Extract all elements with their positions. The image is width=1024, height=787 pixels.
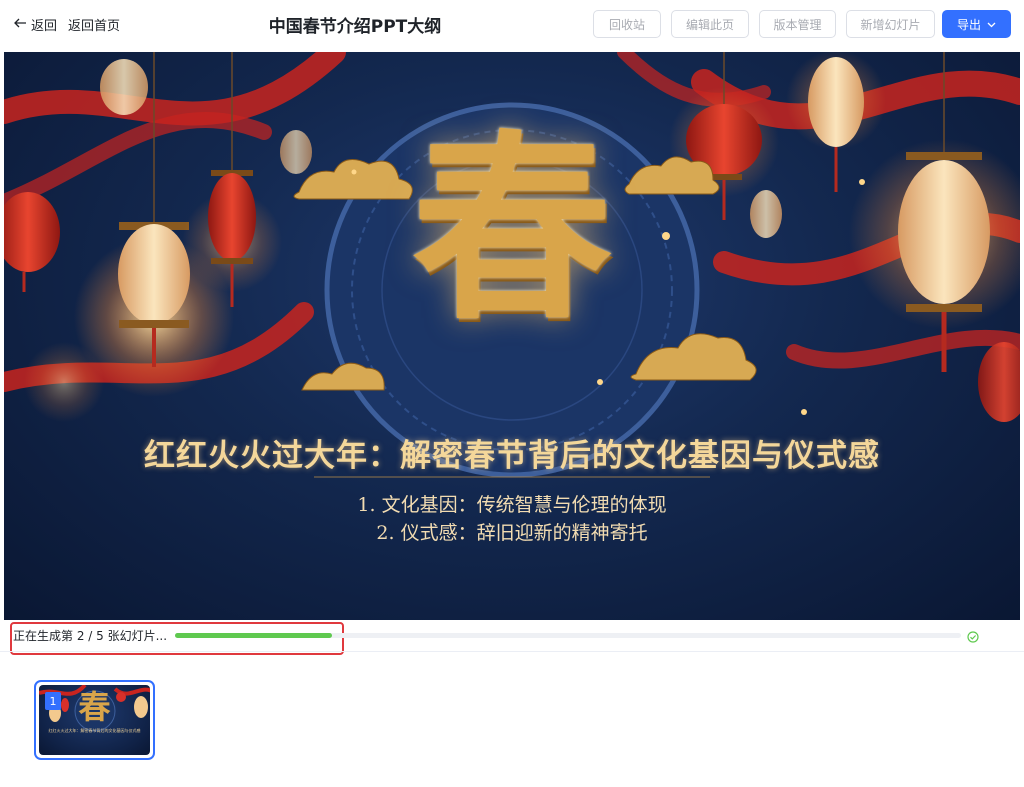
version-manage-button[interactable]: 版本管理 [759,10,836,38]
section-divider [0,651,1024,652]
progress-track [175,633,961,638]
thumbnail-preview: 1 春 红红火火过大年：解密春节背后的文化基因与仪式感 [39,685,150,755]
spring-character: 春 [411,112,612,347]
slide-thumbnail-1[interactable]: 1 春 红红火火过大年：解密春节背后的文化基因与仪式感 [34,680,155,760]
add-slide-button[interactable]: 新增幻灯片 [846,10,935,38]
edit-page-button[interactable]: 编辑此页 [671,10,749,38]
export-label: 导出 [956,17,981,32]
progress-fill [175,633,333,638]
export-button[interactable]: 导出 [942,10,1011,38]
thumbnail-caption: 红红火火过大年：解密春节背后的文化基因与仪式感 [48,728,141,733]
chevron-down-icon [987,17,996,31]
slide-point-1: 1. 文化基因：传统智慧与伦理的体现 [357,494,667,516]
top-bar: 返回 返回首页 中国春节介绍PPT大纲 回收站 编辑此页 版本管理 新增幻灯片 … [0,0,1024,50]
slide-title: 红红火火过大年：解密春节背后的文化基因与仪式感 [144,438,880,474]
slide-preview: 春 红红火火过大年：解密春节背后的文化基因与仪式感 1. 文化基因：传统智慧与伦… [4,52,1020,620]
check-circle-icon [967,628,979,643]
thumbnail-number: 1 [45,692,61,710]
recycle-bin-button[interactable]: 回收站 [593,10,661,38]
slide-point-2: 2. 仪式感：辞旧迎新的精神寄托 [376,522,648,544]
progress-text: 正在生成第 2 / 5 张幻灯片... [13,629,168,643]
